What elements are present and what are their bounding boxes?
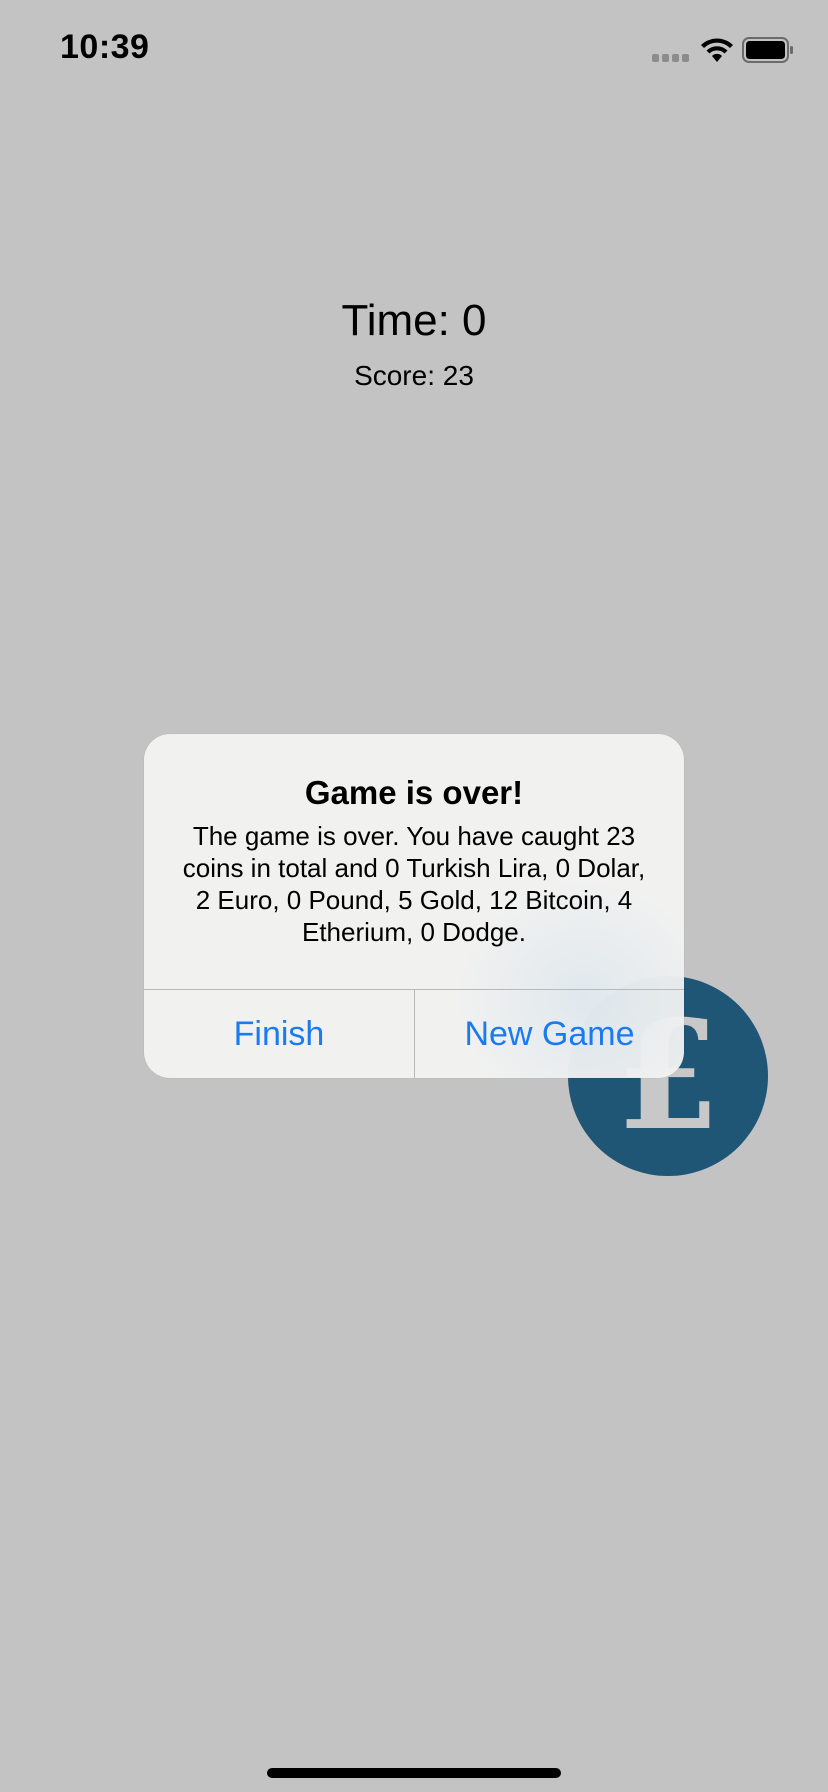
status-bar: 10:39 <box>0 0 828 100</box>
status-time: 10:39 <box>60 28 150 66</box>
home-indicator[interactable] <box>267 1768 561 1778</box>
finish-button[interactable]: Finish <box>144 990 414 1078</box>
wifi-icon <box>701 38 733 62</box>
time-label: Time: 0 <box>341 296 487 345</box>
game-over-alert: Game is over! The game is over. You have… <box>144 734 684 1078</box>
alert-message: The game is over. You have caught 23 coi… <box>182 821 646 947</box>
signal-icon <box>652 54 690 62</box>
new-game-button[interactable]: New Game <box>415 990 684 1078</box>
score-label: Score: 23 <box>354 360 474 391</box>
alert-title: Game is over! <box>304 774 524 811</box>
battery-icon <box>742 37 793 63</box>
